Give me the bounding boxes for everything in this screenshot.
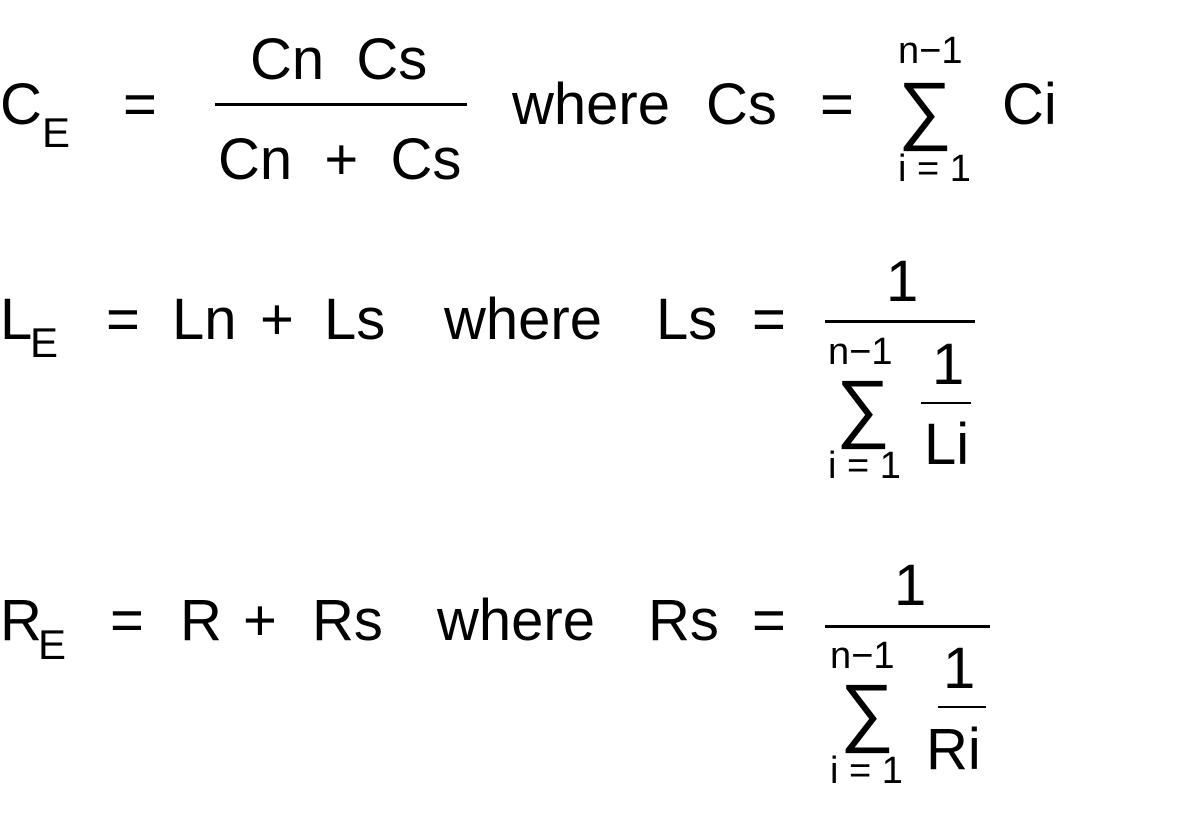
sum-lower-limit: i = 1 — [830, 750, 903, 792]
sigma-symbol: ∑ — [836, 365, 891, 450]
fraction-numerator: Cn Cs — [250, 27, 428, 92]
plus-sign: + — [260, 287, 294, 352]
lhs-symbol: R — [0, 588, 42, 653]
inner-denominator: Li — [924, 412, 970, 477]
where-text: where — [444, 287, 602, 352]
inner-fraction-bar — [938, 706, 986, 708]
fraction-numerator: 1 — [886, 249, 919, 314]
inner-numerator: 1 — [943, 636, 976, 701]
fraction-denominator: Cn + Cs — [218, 127, 462, 192]
lhs-subscript: E — [30, 319, 59, 366]
inner-fraction-bar — [921, 402, 971, 404]
plus-sign: + — [243, 588, 277, 653]
term-a: R — [180, 588, 222, 653]
equals-sign: = — [123, 72, 157, 137]
equals-sign: = — [752, 588, 786, 653]
inner-denominator: Ri — [926, 717, 981, 782]
fraction-bar — [825, 625, 990, 628]
inner-numerator: 1 — [932, 332, 965, 397]
defined-variable: Cs — [706, 72, 777, 137]
summand: Ci — [1002, 72, 1057, 137]
term-b: Ls — [324, 287, 386, 352]
equals-sign: = — [752, 287, 786, 352]
equals-sign: = — [106, 287, 140, 352]
lhs-symbol: C — [0, 72, 42, 137]
where-text: where — [512, 72, 670, 137]
defined-variable: Ls — [656, 287, 718, 352]
sigma-symbol: ∑ — [898, 67, 953, 152]
sum-lower-limit: i = 1 — [828, 445, 901, 487]
equals-sign: = — [820, 72, 854, 137]
fraction-bar — [215, 103, 467, 106]
lhs-subscript: E — [38, 621, 67, 668]
fraction-bar — [825, 320, 975, 323]
term-b: Rs — [312, 588, 383, 653]
sigma-symbol: ∑ — [840, 669, 895, 754]
sum-lower-limit: i = 1 — [898, 148, 971, 190]
defined-variable: Rs — [648, 588, 719, 653]
lhs-subscript: E — [42, 109, 71, 156]
lhs-symbol: L — [0, 287, 33, 352]
sum-upper-limit: n−1 — [898, 30, 963, 72]
where-text: where — [437, 588, 595, 653]
fraction-numerator: 1 — [894, 553, 927, 618]
term-a: Ln — [172, 287, 237, 352]
equals-sign: = — [110, 588, 144, 653]
